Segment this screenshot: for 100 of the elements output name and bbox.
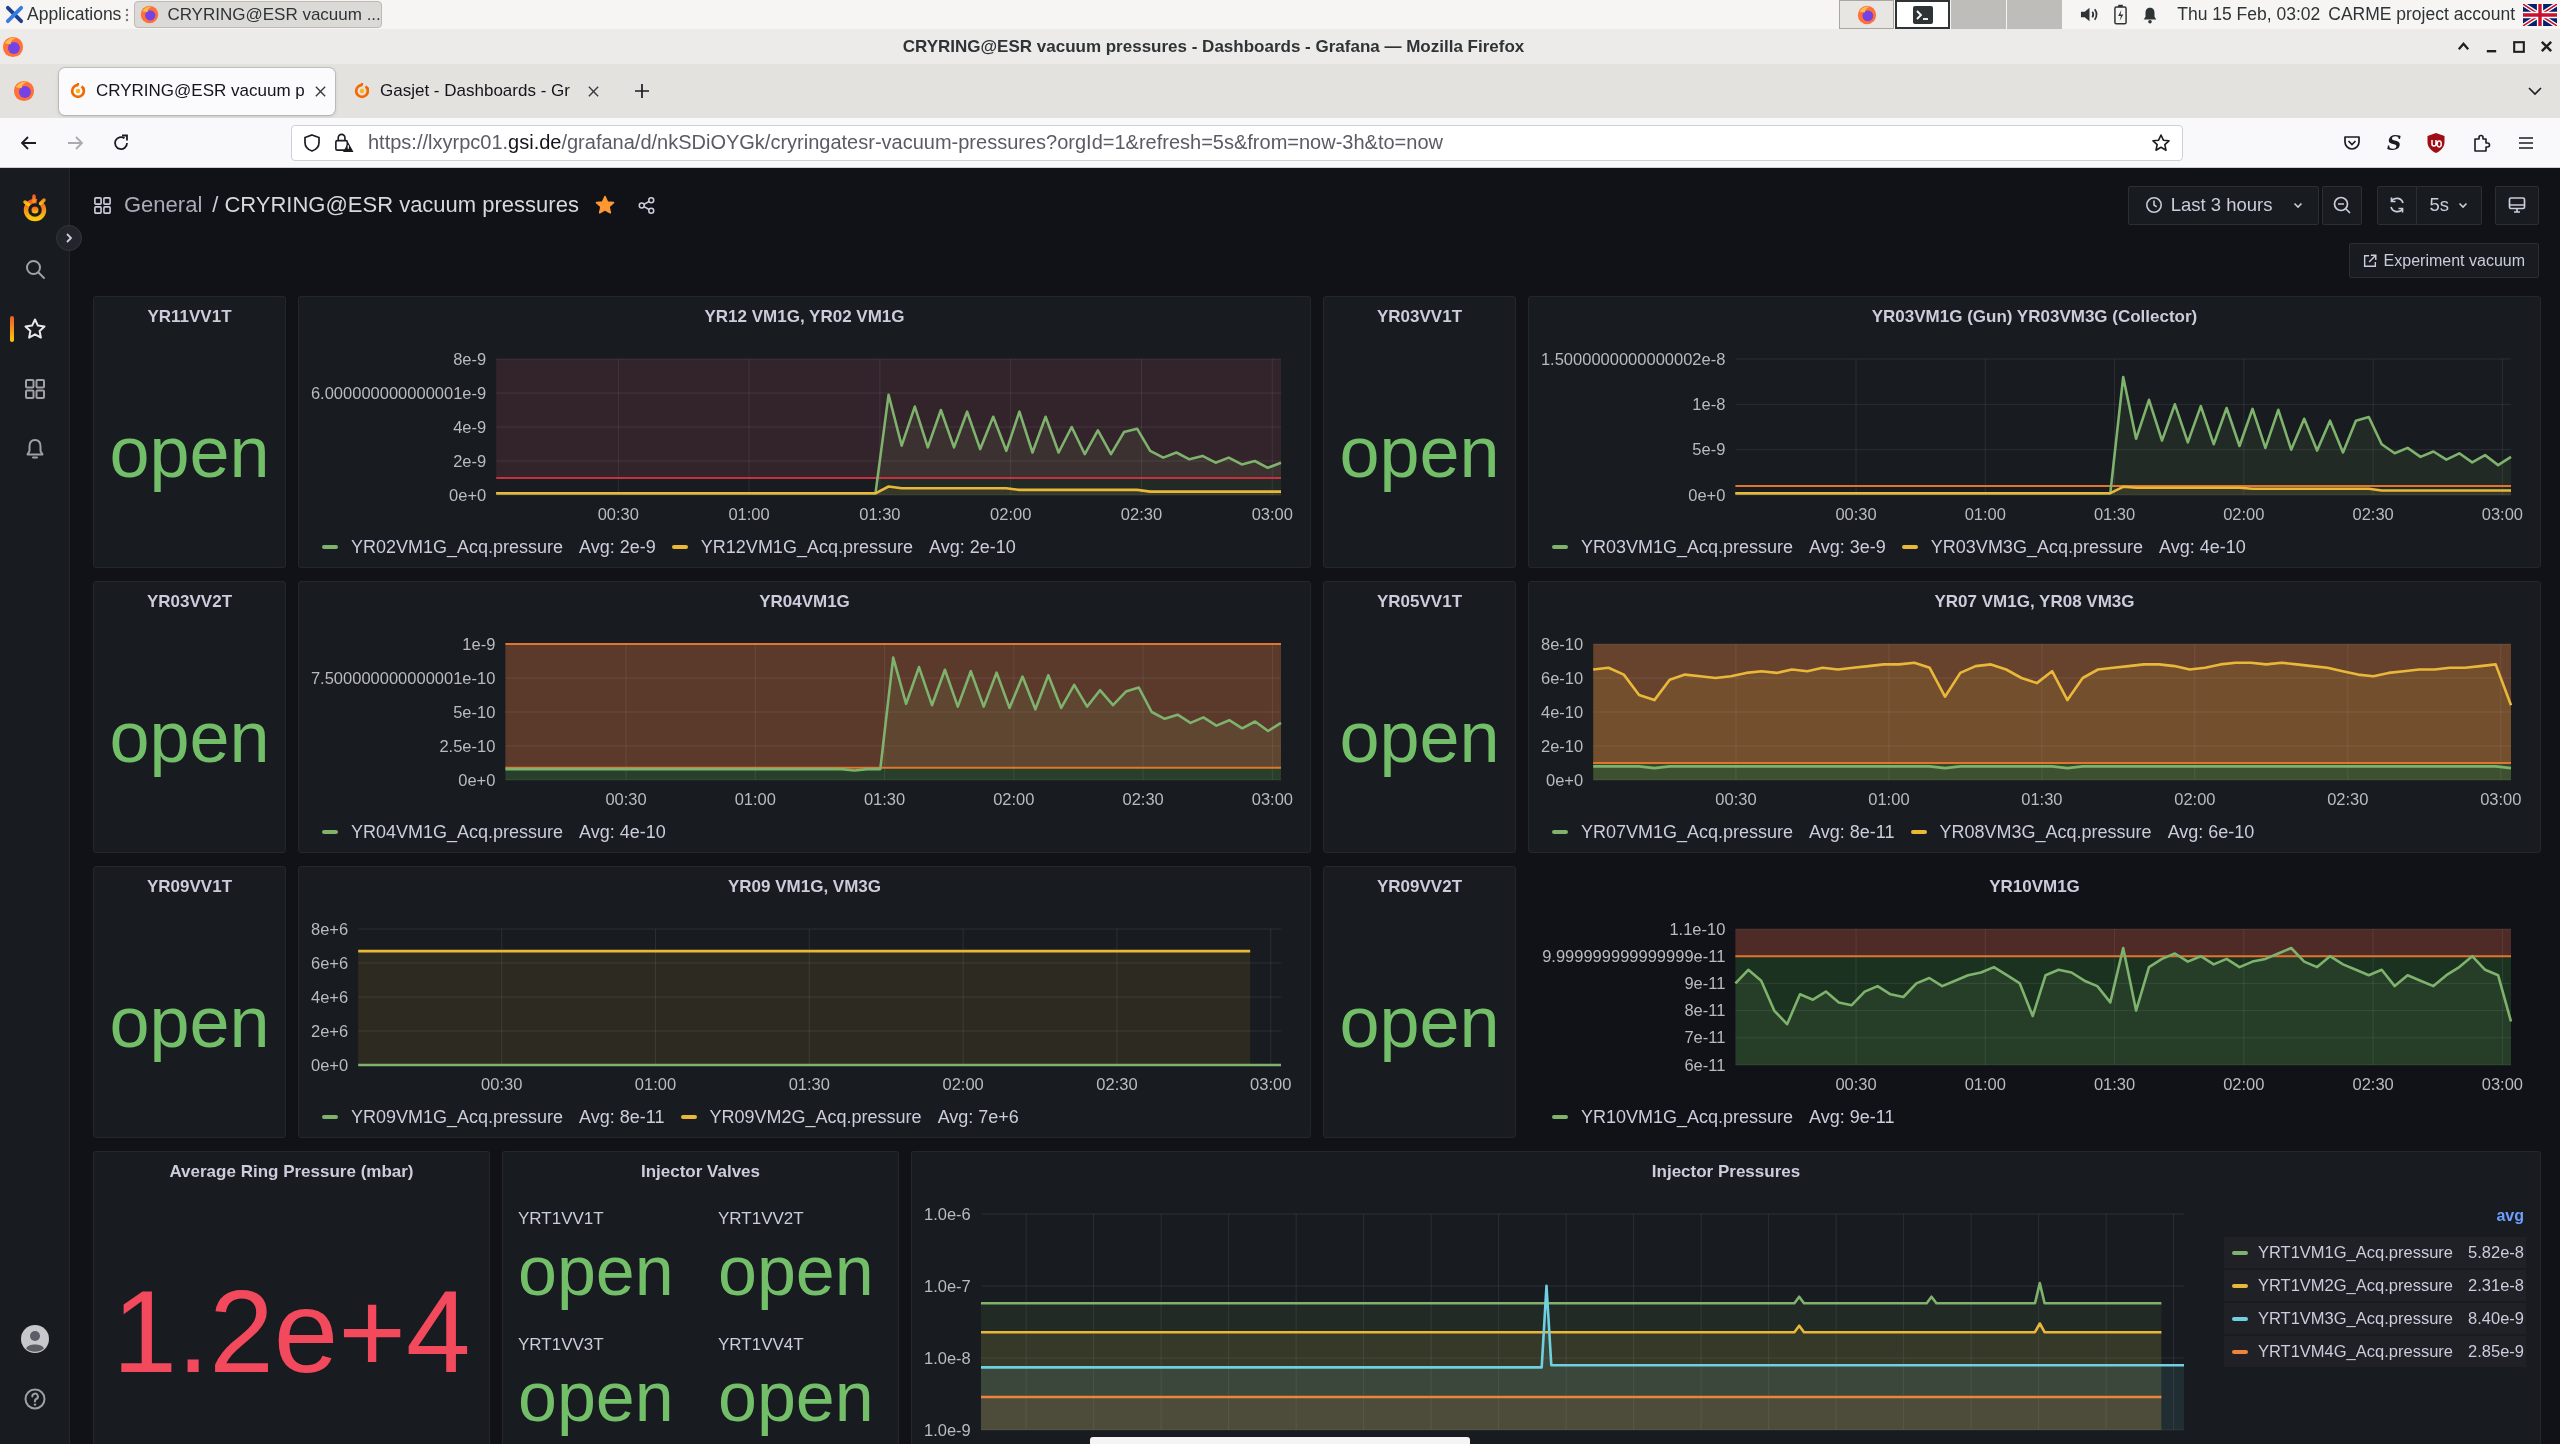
legend-label[interactable]: YR07VM1G_Acq.pressure [1581, 821, 1794, 843]
legend-label[interactable]: YR02VM1G_Acq.pressure [351, 536, 564, 558]
browser-logo-icon [2, 35, 24, 58]
refresh-button[interactable] [2377, 185, 2418, 225]
axis-label: 01:30 [2093, 505, 2136, 523]
share-icon[interactable] [636, 195, 656, 215]
panel-title: YR09 VM1G, VM3G [727, 877, 882, 897]
axis-label: 01:00 [1964, 1075, 2006, 1093]
extension-button[interactable]: S [2387, 131, 2402, 154]
lock-icon[interactable] [333, 132, 354, 153]
axis-label: 1.0e-7 [923, 1276, 971, 1296]
axis-label: 1.0e-9 [923, 1420, 971, 1440]
shield-icon[interactable] [302, 132, 322, 153]
stat-value: open [109, 982, 270, 1062]
axis-label: 02:00 [2223, 1075, 2265, 1093]
stat-value: open [1339, 982, 1500, 1062]
flag-icon[interactable] [2523, 3, 2557, 26]
workspace-button[interactable] [1895, 0, 1951, 29]
taskbar-button[interactable]: CRYRING@ESR vacuum ... [134, 1, 383, 28]
panel-title: YR09VV2T [1376, 877, 1462, 897]
user-menu[interactable]: CARME project account [2328, 4, 2515, 25]
axis-label: 1e-8 [1692, 394, 1726, 413]
axis-label: 03:00 [1251, 790, 1294, 808]
cross-logo-icon [5, 5, 24, 24]
axis-label: 03:00 [2481, 505, 2524, 523]
star-icon[interactable] [2151, 132, 2171, 153]
axis-label: 8e-11 [1684, 1001, 1726, 1020]
reload-icon[interactable] [111, 132, 131, 153]
external-link-icon [2361, 252, 2378, 269]
panel-title: YR12 VM1G, YR02 VM1G [704, 307, 905, 327]
axis-label: 7e-11 [1684, 1028, 1726, 1047]
stat-value: open [109, 697, 270, 777]
axis-label: 02:30 [2352, 1075, 2394, 1093]
axis-label: 01:00 [728, 505, 770, 523]
axis-label: 02:30 [1120, 505, 1163, 523]
star-icon[interactable] [594, 195, 615, 215]
monitor-icon [2507, 195, 2527, 215]
dashboard-link[interactable]: Experiment vacuum [2348, 243, 2539, 278]
maximize-icon[interactable] [2512, 39, 2526, 54]
close-icon[interactable] [2539, 39, 2554, 54]
legend-label[interactable]: YR03VM3G_Acq.pressure [1930, 536, 2143, 558]
axis-label: 1.1e-10 [1669, 919, 1726, 938]
address-field[interactable]: https://lxyrpc01.gsi.de/grafana/d/nkSDiOYGk/cryringatesr-vacuum-pressures?orgId=1&refresh=5s&from=now-3h&to=now [291, 124, 2183, 161]
axis-label: 6.000000000000001e-9 [310, 383, 487, 402]
applications-menu[interactable]: Applications [27, 4, 122, 25]
axis-label: 7.500000000000001e-10 [310, 668, 496, 687]
legend-value: Avg: 2e-9 [579, 536, 656, 558]
axis-label: 8e-9 [453, 349, 487, 368]
avatar-icon [20, 1325, 49, 1353]
axis-label: 02:00 [993, 790, 1035, 808]
axis-label: 02:00 [990, 505, 1032, 523]
tv-mode-button[interactable] [2495, 185, 2539, 225]
clock[interactable]: Thu 15 Feb, 03:02 [2177, 4, 2321, 25]
panel-title: YR09VV1T [146, 877, 232, 897]
legend-row[interactable]: YRT1VM1G_Acq.pressure 5.82e-8 [2224, 1237, 2526, 1268]
shield-badge-icon[interactable] [2426, 131, 2447, 154]
legend-value: Avg: 8e-11 [1809, 821, 1895, 843]
panel-title: YR03VM1G (Gun) YR03VM3G (Collector) [1871, 307, 2198, 327]
axis-label: 02:00 [2174, 790, 2216, 808]
panel-title: YR05VV1T [1376, 592, 1462, 612]
zoom-out-button[interactable] [2322, 185, 2363, 225]
panel-title: YR11VV1T [147, 307, 232, 327]
breadcrumb-link[interactable]: General [124, 192, 203, 218]
axis-label: 0e+0 [449, 485, 487, 504]
legend-row[interactable]: YRT1VM3G_Acq.pressure 8.40e-9 [2224, 1303, 2526, 1334]
battery-icon[interactable] [2114, 4, 2128, 25]
legend-label[interactable]: YR10VM1G_Acq.pressure [1581, 1106, 1794, 1128]
legend-row[interactable]: YRT1VM2G_Acq.pressure 2.31e-8 [2224, 1270, 2526, 1301]
plus-icon[interactable] [633, 82, 651, 100]
close-icon[interactable] [313, 84, 327, 98]
legend-label[interactable]: YR03VM1G_Acq.pressure [1581, 536, 1794, 558]
legend-value: 5.82e-8 [2468, 1243, 2524, 1262]
time-picker-button[interactable]: Last 3 hours [2127, 185, 2320, 225]
browser-tab[interactable]: CRYRING@ESR vacuum p [59, 67, 335, 115]
stat-value: open [1339, 412, 1500, 492]
axis-label: 2.5e-10 [439, 736, 496, 755]
legend-label[interactable]: YR08VM3G_Acq.pressure [1939, 821, 2152, 843]
axis-label: 0e+0 [1546, 770, 1584, 789]
url-text[interactable]: https://lxyrpc01.gsi.de/grafana/d/nkSDiOYGk/cryringatesr-vacuum-pressures?orgId=1&refresh=5s&from=now-3h&to=now [368, 131, 2141, 154]
help-icon [22, 1387, 47, 1411]
axis-label: 6e-10 [1541, 668, 1584, 687]
axis-label: 00:30 [597, 505, 639, 523]
legend-header[interactable]: avg [2496, 1207, 2524, 1229]
dashboard-title: CRYRING@ESR vacuum pressures [224, 192, 579, 218]
legend-row[interactable]: YRT1VM4G_Acq.pressure 2.85e-9 [2224, 1336, 2526, 1367]
legend-label[interactable]: YR12VM1G_Acq.pressure [700, 536, 913, 558]
axis-label: 5e-10 [453, 702, 496, 721]
close-icon[interactable] [587, 84, 600, 98]
chevron-right-icon [63, 232, 75, 244]
axis-label: 9e-11 [1684, 973, 1726, 992]
axis-label: 01:30 [2093, 1075, 2136, 1093]
legend-label: YRT1VM1G_Acq.pressure [2258, 1243, 2454, 1262]
axis-label: 01:30 [859, 505, 901, 523]
browser-logo-icon[interactable] [13, 80, 35, 102]
browser-tab[interactable]: Gasjet - Dashboards - Gr [343, 67, 612, 115]
legend-label[interactable]: YR04VM1G_Acq.pressure [351, 821, 564, 843]
axis-label: 01:00 [1868, 790, 1910, 808]
refresh-interval-button[interactable]: 5s [2417, 185, 2482, 225]
puzzle-icon[interactable] [2471, 132, 2492, 153]
axis-label: 01:30 [863, 790, 906, 808]
